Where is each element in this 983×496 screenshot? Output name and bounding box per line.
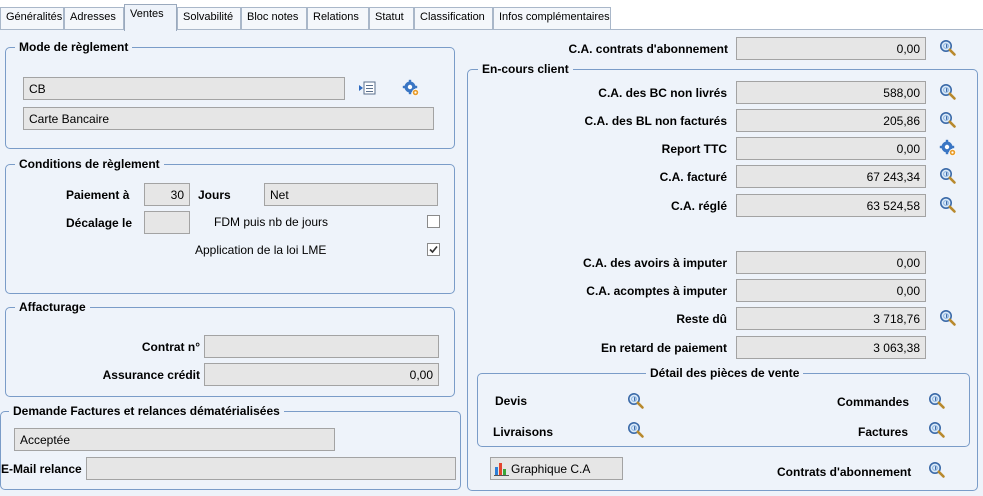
contrats-abonnement-label: Contrats d'abonnement [777, 465, 912, 479]
magnifier-icon[interactable] [939, 196, 957, 214]
ca-contrats-label: C.A. contrats d'abonnement [568, 42, 728, 56]
report-ttc-field[interactable]: 0,00 [736, 137, 926, 160]
graphique-ca-label: Graphique C.A [511, 462, 591, 476]
jours-label: Jours [198, 188, 231, 202]
en-cours-title: En-cours client [478, 62, 573, 76]
ca-bl-field[interactable]: 205,86 [736, 109, 926, 132]
tab-relations[interactable]: Relations [307, 7, 369, 29]
ca-facture-field[interactable]: 67 243,34 [736, 165, 926, 188]
ca-acomptes-field[interactable]: 0,00 [736, 279, 926, 302]
ca-acomptes-label: C.A. acomptes à imputer [586, 284, 727, 298]
reste-du-label: Reste dû [676, 312, 727, 326]
conditions-title: Conditions de règlement [15, 157, 164, 171]
decalage-field[interactable] [144, 211, 190, 234]
affacturage-title: Affacturage [15, 300, 90, 314]
report-ttc-label: Report TTC [661, 142, 727, 156]
ca-bc-field[interactable]: 588,00 [736, 81, 926, 104]
magnifier-icon[interactable] [939, 309, 957, 327]
tab-adresses[interactable]: Adresses [64, 7, 124, 29]
email-relance-field[interactable] [86, 457, 456, 480]
tab-statut[interactable]: Statut [369, 7, 414, 29]
tab-classification[interactable]: Classification [414, 7, 493, 29]
detail-pieces-title: Détail des pièces de vente [646, 366, 804, 380]
graphique-ca-button[interactable]: Graphique C.A [490, 457, 623, 480]
net-field[interactable]: Net [264, 183, 438, 206]
ca-avoirs-label: C.A. des avoirs à imputer [582, 256, 727, 270]
magnifier-icon[interactable] [627, 392, 645, 410]
ca-bc-label: C.A. des BC non livrés [598, 86, 727, 100]
ca-bl-label: C.A. des BL non facturés [584, 114, 727, 128]
tab-infos-complementaires[interactable]: Infos complémentaires [493, 7, 611, 29]
payment-mode-label-field[interactable]: Carte Bancaire [23, 107, 434, 130]
ca-contrats-field[interactable]: 0,00 [736, 37, 926, 60]
demande-title: Demande Factures et relances dématériali… [9, 404, 284, 418]
assurance-field[interactable]: 0,00 [204, 363, 439, 386]
retard-paiement-field[interactable]: 3 063,38 [736, 336, 926, 359]
bar-chart-icon [494, 463, 509, 476]
tab-bloc-notes[interactable]: Bloc notes [241, 7, 307, 29]
lme-checkbox[interactable] [427, 243, 440, 256]
tab-ventes[interactable]: Ventes [124, 4, 177, 31]
factures-label: Factures [858, 425, 909, 439]
list-select-icon[interactable] [358, 79, 376, 97]
tab-generalites[interactable]: Généralités [0, 7, 64, 29]
fdm-checkbox[interactable] [427, 215, 440, 228]
magnifier-icon[interactable] [939, 39, 957, 57]
retard-paiement-label: En retard de paiement [600, 341, 727, 355]
demande-status-field[interactable]: Acceptée [14, 428, 335, 451]
checkmark-icon [429, 245, 438, 254]
mode-reglement-title: Mode de règlement [15, 40, 133, 54]
contrat-label: Contrat n° [141, 340, 200, 354]
magnifier-icon[interactable] [939, 111, 957, 129]
livraisons-label: Livraisons [493, 425, 554, 439]
assurance-label: Assurance crédit [102, 368, 200, 382]
magnifier-icon[interactable] [627, 421, 645, 439]
magnifier-icon[interactable] [928, 461, 946, 479]
fdm-label: FDM puis nb de jours [214, 215, 329, 229]
magnifier-icon[interactable] [939, 167, 957, 185]
reste-du-field[interactable]: 3 718,76 [736, 307, 926, 330]
contrat-field[interactable] [204, 335, 439, 358]
email-relance-label: E-Mail relance [1, 462, 82, 476]
paiement-days-field[interactable]: 30 [144, 183, 190, 206]
lme-label: Application de la loi LME [195, 243, 327, 257]
ca-regle-field[interactable]: 63 524,58 [736, 194, 926, 217]
magnifier-icon[interactable] [928, 421, 946, 439]
magnifier-icon[interactable] [939, 83, 957, 101]
tab-bar: Généralités Adresses Ventes Solvabilité … [0, 0, 983, 31]
magnifier-icon[interactable] [928, 392, 946, 410]
commandes-label: Commandes [837, 395, 910, 409]
settings-icon[interactable] [402, 79, 420, 97]
paiement-label: Paiement à [66, 188, 130, 202]
payment-mode-code-field[interactable]: CB [23, 77, 345, 100]
ca-regle-label: C.A. réglé [670, 199, 727, 213]
decalage-label: Décalage le [66, 216, 133, 230]
devis-label: Devis [495, 394, 528, 408]
ca-facture-label: C.A. facturé [659, 170, 727, 184]
tab-solvabilite[interactable]: Solvabilité [177, 7, 241, 29]
ca-avoirs-field[interactable]: 0,00 [736, 251, 926, 274]
settings-icon[interactable] [939, 139, 957, 157]
